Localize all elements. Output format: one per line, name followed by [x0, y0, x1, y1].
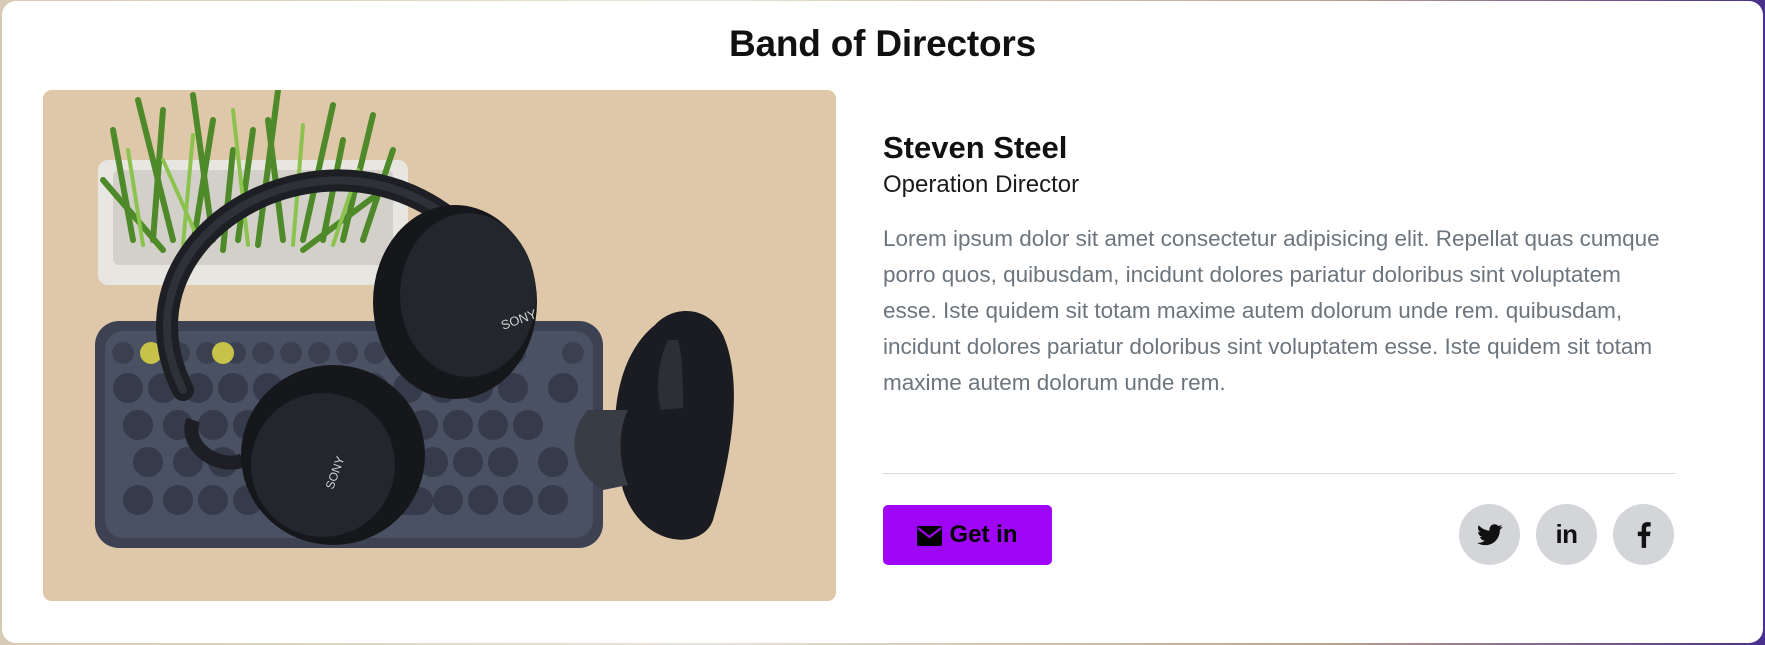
- director-role: Operation Director: [883, 171, 1080, 198]
- linkedin-button[interactable]: in: [1536, 504, 1597, 565]
- twitter-icon: [1476, 523, 1503, 546]
- section-title: Band of Directors: [728, 23, 1037, 64]
- director-photo: SONY SONY: [43, 90, 836, 601]
- director-name: Steven Steel: [883, 130, 1068, 165]
- get-in-button[interactable]: Get in: [883, 505, 1052, 565]
- director-bio: Lorem ipsum dolor sit amet consectetur a…: [883, 226, 1660, 395]
- envelope-icon: [917, 525, 943, 546]
- twitter-button[interactable]: [1459, 504, 1520, 565]
- facebook-icon: [1637, 521, 1651, 548]
- facebook-button[interactable]: [1613, 504, 1674, 565]
- divider: [883, 473, 1676, 474]
- get-in-label: Get in: [949, 521, 1018, 548]
- linkedin-icon: in: [1555, 519, 1578, 549]
- director-info: Steven Steel Operation Director Lorem ip…: [883, 128, 1678, 401]
